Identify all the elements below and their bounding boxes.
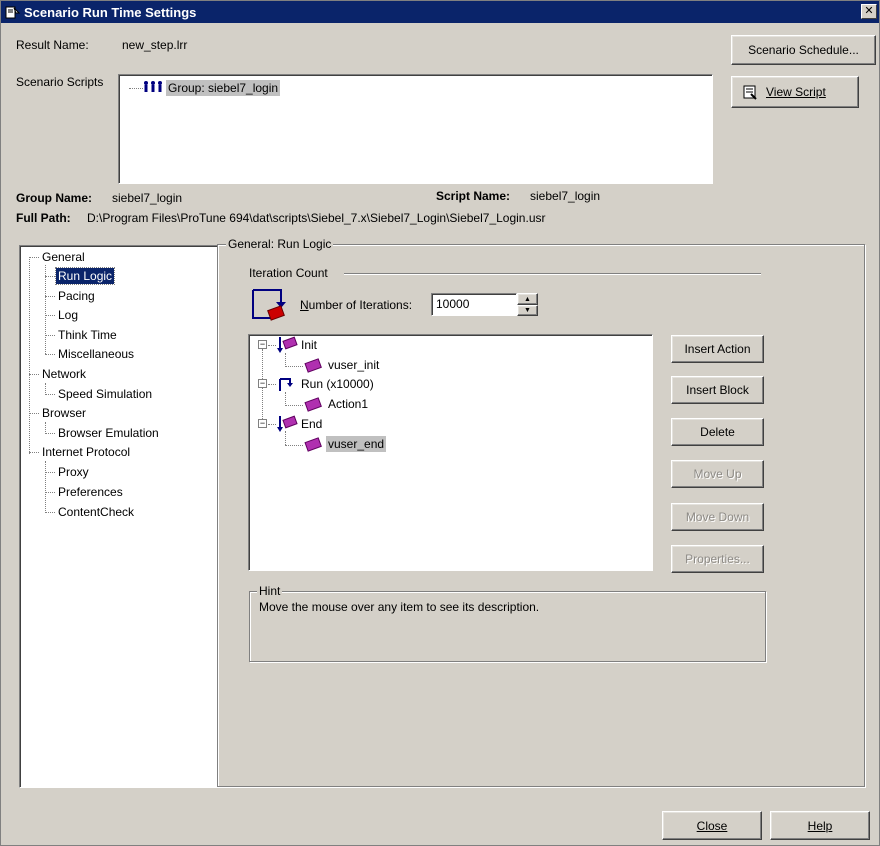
scenario-schedule-label: Scenario Schedule... xyxy=(748,43,859,57)
init-collapse-toggle[interactable]: − xyxy=(258,340,267,349)
end-collapse-toggle[interactable]: − xyxy=(258,419,267,428)
window-title: Scenario Run Time Settings xyxy=(24,4,197,20)
window-close-button[interactable]: ✕ xyxy=(861,4,877,19)
result-name-value: new_step.lrr xyxy=(122,38,188,52)
full-path-label: Full Path: xyxy=(16,211,71,225)
tree-item-action1[interactable]: Action1 xyxy=(326,396,370,412)
hint-text: Move the mouse over any item to see its … xyxy=(259,600,540,614)
run-logic-panel-title: General: Run Logic xyxy=(226,237,334,251)
vuser-end-action-icon xyxy=(303,436,323,455)
number-of-iterations-mnemonic: N xyxy=(300,298,309,312)
run-collapse-toggle[interactable]: − xyxy=(258,379,267,388)
run-time-settings-window: Scenario Run Time Settings ✕ Result Name… xyxy=(0,0,880,846)
iterations-spin-down-button[interactable]: ▼ xyxy=(517,305,538,316)
move-up-button[interactable]: Move Up xyxy=(671,460,764,488)
settings-nav-tree[interactable]: General Run Logic Pacing Log Think Time … xyxy=(19,245,218,788)
iteration-count-label: Iteration Count xyxy=(249,266,328,280)
nav-item-log[interactable]: Log xyxy=(56,307,80,323)
hint-label: Hint xyxy=(257,584,283,598)
view-script-icon xyxy=(742,84,758,100)
nav-item-preferences[interactable]: Preferences xyxy=(56,484,125,500)
iterations-input[interactable]: 10000 xyxy=(431,293,517,316)
run-logic-tree[interactable]: − Init vuser_init − Run (x10000) Action1… xyxy=(248,334,653,571)
properties-button[interactable]: Properties... xyxy=(671,545,764,573)
title-bar: Scenario Run Time Settings ✕ xyxy=(1,1,879,23)
action1-action-icon xyxy=(303,396,323,415)
group-name-value: siebel7_login xyxy=(112,191,183,205)
insert-action-button[interactable]: Insert Action xyxy=(671,335,764,363)
number-of-iterations-text: umber of Iterations: xyxy=(308,298,413,312)
script-name-value: siebel7_login xyxy=(530,189,601,203)
nav-item-speed-simulation[interactable]: Speed Simulation xyxy=(56,386,154,402)
nav-item-network[interactable]: Network xyxy=(40,366,88,382)
nav-item-browser-emulation[interactable]: Browser Emulation xyxy=(56,425,161,441)
nav-item-general[interactable]: General xyxy=(40,249,87,265)
scenario-scripts-label: Scenario Scripts xyxy=(16,75,104,89)
nav-item-contentcheck[interactable]: ContentCheck xyxy=(56,504,136,520)
insert-block-button[interactable]: Insert Block xyxy=(671,376,764,404)
group-name-label: Group Name: xyxy=(16,191,93,205)
close-button[interactable]: Close xyxy=(662,811,762,840)
tree-item-init[interactable]: Init xyxy=(299,337,319,353)
tree-item-vuser-end[interactable]: vuser_end xyxy=(326,436,387,452)
view-script-label: View Script xyxy=(766,85,826,99)
init-section-icon xyxy=(276,336,298,357)
run-loop-icon xyxy=(276,376,294,397)
scripts-tree-item-group[interactable]: Group: siebel7_login xyxy=(166,80,281,96)
script-name-label: Script Name: xyxy=(436,189,511,203)
vuser-init-action-icon xyxy=(303,357,323,376)
nav-item-browser[interactable]: Browser xyxy=(40,405,88,421)
view-script-button[interactable]: View Script xyxy=(731,76,859,108)
end-section-icon xyxy=(276,415,298,436)
tree-item-vuser-init[interactable]: vuser_init xyxy=(326,357,381,373)
help-button-label: Help xyxy=(807,818,833,833)
scenario-schedule-button[interactable]: Scenario Schedule... xyxy=(731,35,876,65)
nav-item-think-time[interactable]: Think Time xyxy=(56,327,119,343)
nav-item-run-logic[interactable]: Run Logic xyxy=(54,267,116,285)
scenario-scripts-tree[interactable]: Group: siebel7_login xyxy=(118,74,713,184)
nav-item-pacing[interactable]: Pacing xyxy=(56,288,97,304)
iterations-loop-icon xyxy=(251,288,291,325)
group-people-icon xyxy=(143,80,163,97)
number-of-iterations-label: Number of Iterations: xyxy=(300,298,412,312)
tree-item-end[interactable]: End xyxy=(299,416,324,432)
iteration-count-divider xyxy=(344,273,761,275)
tree-item-run[interactable]: Run (x10000) xyxy=(299,376,376,392)
move-down-button[interactable]: Move Down xyxy=(671,503,764,531)
close-button-label: Close xyxy=(696,818,728,833)
delete-button[interactable]: Delete xyxy=(671,418,764,446)
nav-item-internet-protocol[interactable]: Internet Protocol xyxy=(40,444,132,460)
nav-item-miscellaneous[interactable]: Miscellaneous xyxy=(56,346,136,362)
full-path-value: D:\Program Files\ProTune 694\dat\scripts… xyxy=(87,211,546,225)
help-button[interactable]: Help xyxy=(770,811,870,840)
iterations-spin-up-button[interactable]: ▲ xyxy=(517,293,538,305)
result-name-label: Result Name: xyxy=(16,38,89,52)
nav-item-proxy[interactable]: Proxy xyxy=(56,464,91,480)
settings-app-icon xyxy=(4,4,21,20)
